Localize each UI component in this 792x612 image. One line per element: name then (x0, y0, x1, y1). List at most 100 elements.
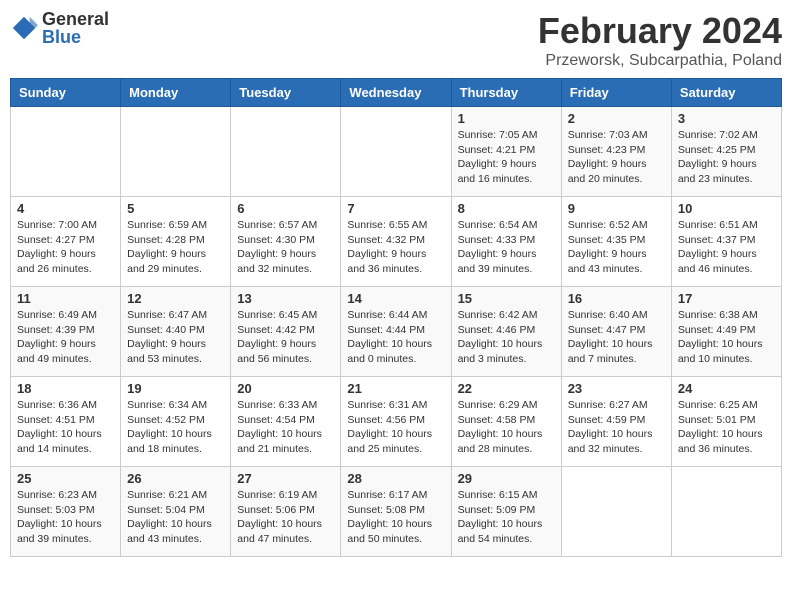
day-info: Sunrise: 6:45 AM Sunset: 4:42 PM Dayligh… (237, 308, 334, 367)
day-number: 8 (458, 201, 555, 216)
weekday-header-row: SundayMondayTuesdayWednesdayThursdayFrid… (11, 79, 782, 107)
day-number: 24 (678, 381, 775, 396)
day-info: Sunrise: 6:33 AM Sunset: 4:54 PM Dayligh… (237, 398, 334, 457)
day-number: 13 (237, 291, 334, 306)
day-info: Sunrise: 6:25 AM Sunset: 5:01 PM Dayligh… (678, 398, 775, 457)
calendar-week-1: 1Sunrise: 7:05 AM Sunset: 4:21 PM Daylig… (11, 107, 782, 197)
calendar-cell (671, 467, 781, 557)
day-number: 23 (568, 381, 665, 396)
weekday-header-saturday: Saturday (671, 79, 781, 107)
title-section: February 2024 Przeworsk, Subcarpathia, P… (538, 10, 782, 70)
day-number: 26 (127, 471, 224, 486)
day-info: Sunrise: 6:15 AM Sunset: 5:09 PM Dayligh… (458, 488, 555, 547)
logo-icon (10, 14, 38, 42)
day-info: Sunrise: 6:52 AM Sunset: 4:35 PM Dayligh… (568, 218, 665, 277)
calendar-cell: 19Sunrise: 6:34 AM Sunset: 4:52 PM Dayli… (121, 377, 231, 467)
day-number: 4 (17, 201, 114, 216)
calendar-cell: 26 Sunrise: 6:21 AM Sunset: 5:04 PM Dayli… (121, 467, 231, 557)
calendar-cell: 16Sunrise: 6:40 AM Sunset: 4:47 PM Dayli… (561, 287, 671, 377)
day-info: Sunrise: 6:21 AM Sunset: 5:04 PM Dayligh… (127, 488, 224, 547)
day-info: Sunrise: 6:23 AM Sunset: 5:03 PM Dayligh… (17, 488, 114, 547)
calendar-cell: 12 Sunrise: 6:47 AM Sunset: 4:40 PM Dayli… (121, 287, 231, 377)
day-number: 9 (568, 201, 665, 216)
day-number: 7 (347, 201, 444, 216)
weekday-header-monday: Monday (121, 79, 231, 107)
weekday-header-sunday: Sunday (11, 79, 121, 107)
calendar-cell: 3Sunrise: 7:02 AM Sunset: 4:25 PM Daylig… (671, 107, 781, 197)
day-number: 21 (347, 381, 444, 396)
calendar-cell: 10Sunrise: 6:51 AM Sunset: 4:37 PM Dayli… (671, 197, 781, 287)
day-number: 5 (127, 201, 224, 216)
calendar-cell: 22 Sunrise: 6:29 AM Sunset: 4:58 PM Dayli… (451, 377, 561, 467)
day-number: 16 (568, 291, 665, 306)
weekday-header-friday: Friday (561, 79, 671, 107)
day-number: 6 (237, 201, 334, 216)
calendar-cell: 23 Sunrise: 6:27 AM Sunset: 4:59 PM Dayli… (561, 377, 671, 467)
day-info: Sunrise: 6:59 AM Sunset: 4:28 PM Dayligh… (127, 218, 224, 277)
calendar-cell: 1Sunrise: 7:05 AM Sunset: 4:21 PM Daylig… (451, 107, 561, 197)
calendar-cell: 9 Sunrise: 6:52 AM Sunset: 4:35 PM Daylig… (561, 197, 671, 287)
calendar-week-2: 4 Sunrise: 7:00 AM Sunset: 4:27 PM Daylig… (11, 197, 782, 287)
logo: General Blue (10, 10, 109, 46)
calendar-cell: 17 Sunrise: 6:38 AM Sunset: 4:49 PM Dayli… (671, 287, 781, 377)
day-number: 18 (17, 381, 114, 396)
day-info: Sunrise: 6:51 AM Sunset: 4:37 PM Dayligh… (678, 218, 775, 277)
calendar-cell: 8 Sunrise: 6:54 AM Sunset: 4:33 PM Daylig… (451, 197, 561, 287)
day-info: Sunrise: 6:49 AM Sunset: 4:39 PM Dayligh… (17, 308, 114, 367)
calendar-cell (561, 467, 671, 557)
day-number: 19 (127, 381, 224, 396)
calendar-cell (11, 107, 121, 197)
day-number: 27 (237, 471, 334, 486)
day-number: 25 (17, 471, 114, 486)
day-number: 29 (458, 471, 555, 486)
day-info: Sunrise: 6:31 AM Sunset: 4:56 PM Dayligh… (347, 398, 444, 457)
calendar-cell (121, 107, 231, 197)
day-number: 17 (678, 291, 775, 306)
day-info: Sunrise: 6:17 AM Sunset: 5:08 PM Dayligh… (347, 488, 444, 547)
day-info: Sunrise: 7:00 AM Sunset: 4:27 PM Dayligh… (17, 218, 114, 277)
day-number: 20 (237, 381, 334, 396)
day-info: Sunrise: 6:55 AM Sunset: 4:32 PM Dayligh… (347, 218, 444, 277)
day-number: 1 (458, 111, 555, 126)
day-info: Sunrise: 6:36 AM Sunset: 4:51 PM Dayligh… (17, 398, 114, 457)
calendar-cell: 4 Sunrise: 7:00 AM Sunset: 4:27 PM Daylig… (11, 197, 121, 287)
day-info: Sunrise: 6:27 AM Sunset: 4:59 PM Dayligh… (568, 398, 665, 457)
calendar-cell: 6Sunrise: 6:57 AM Sunset: 4:30 PM Daylig… (231, 197, 341, 287)
calendar-cell: 25 Sunrise: 6:23 AM Sunset: 5:03 PM Dayli… (11, 467, 121, 557)
calendar-table: SundayMondayTuesdayWednesdayThursdayFrid… (10, 78, 782, 557)
calendar-cell: 20 Sunrise: 6:33 AM Sunset: 4:54 PM Dayli… (231, 377, 341, 467)
day-info: Sunrise: 6:42 AM Sunset: 4:46 PM Dayligh… (458, 308, 555, 367)
day-number: 11 (17, 291, 114, 306)
day-info: Sunrise: 6:54 AM Sunset: 4:33 PM Dayligh… (458, 218, 555, 277)
calendar-cell: 27Sunrise: 6:19 AM Sunset: 5:06 PM Dayli… (231, 467, 341, 557)
calendar-body: 1Sunrise: 7:05 AM Sunset: 4:21 PM Daylig… (11, 107, 782, 557)
day-number: 22 (458, 381, 555, 396)
day-number: 28 (347, 471, 444, 486)
day-number: 12 (127, 291, 224, 306)
day-info: Sunrise: 6:44 AM Sunset: 4:44 PM Dayligh… (347, 308, 444, 367)
calendar-cell: 21 Sunrise: 6:31 AM Sunset: 4:56 PM Dayli… (341, 377, 451, 467)
calendar-cell: 29 Sunrise: 6:15 AM Sunset: 5:09 PM Dayli… (451, 467, 561, 557)
calendar-cell: 24 Sunrise: 6:25 AM Sunset: 5:01 PM Dayli… (671, 377, 781, 467)
day-info: Sunrise: 7:02 AM Sunset: 4:25 PM Dayligh… (678, 128, 775, 187)
day-info: Sunrise: 6:47 AM Sunset: 4:40 PM Dayligh… (127, 308, 224, 367)
calendar-cell: 13 Sunrise: 6:45 AM Sunset: 4:42 PM Dayli… (231, 287, 341, 377)
calendar-cell: 2Sunrise: 7:03 AM Sunset: 4:23 PM Daylig… (561, 107, 671, 197)
calendar-cell: 18 Sunrise: 6:36 AM Sunset: 4:51 PM Dayli… (11, 377, 121, 467)
day-info: Sunrise: 6:29 AM Sunset: 4:58 PM Dayligh… (458, 398, 555, 457)
weekday-header-tuesday: Tuesday (231, 79, 341, 107)
day-number: 2 (568, 111, 665, 126)
calendar-cell (341, 107, 451, 197)
header: General Blue February 2024 Przeworsk, Su… (10, 10, 782, 70)
day-info: Sunrise: 6:38 AM Sunset: 4:49 PM Dayligh… (678, 308, 775, 367)
weekday-header-thursday: Thursday (451, 79, 561, 107)
logo-blue-text: Blue (42, 28, 109, 46)
calendar-cell: 15Sunrise: 6:42 AM Sunset: 4:46 PM Dayli… (451, 287, 561, 377)
calendar-week-5: 25 Sunrise: 6:23 AM Sunset: 5:03 PM Dayli… (11, 467, 782, 557)
logo-text: General Blue (42, 10, 109, 46)
calendar-header: SundayMondayTuesdayWednesdayThursdayFrid… (11, 79, 782, 107)
logo-general-text: General (42, 10, 109, 28)
calendar-cell: 5 Sunrise: 6:59 AM Sunset: 4:28 PM Daylig… (121, 197, 231, 287)
calendar-cell: 28 Sunrise: 6:17 AM Sunset: 5:08 PM Dayli… (341, 467, 451, 557)
weekday-header-wednesday: Wednesday (341, 79, 451, 107)
